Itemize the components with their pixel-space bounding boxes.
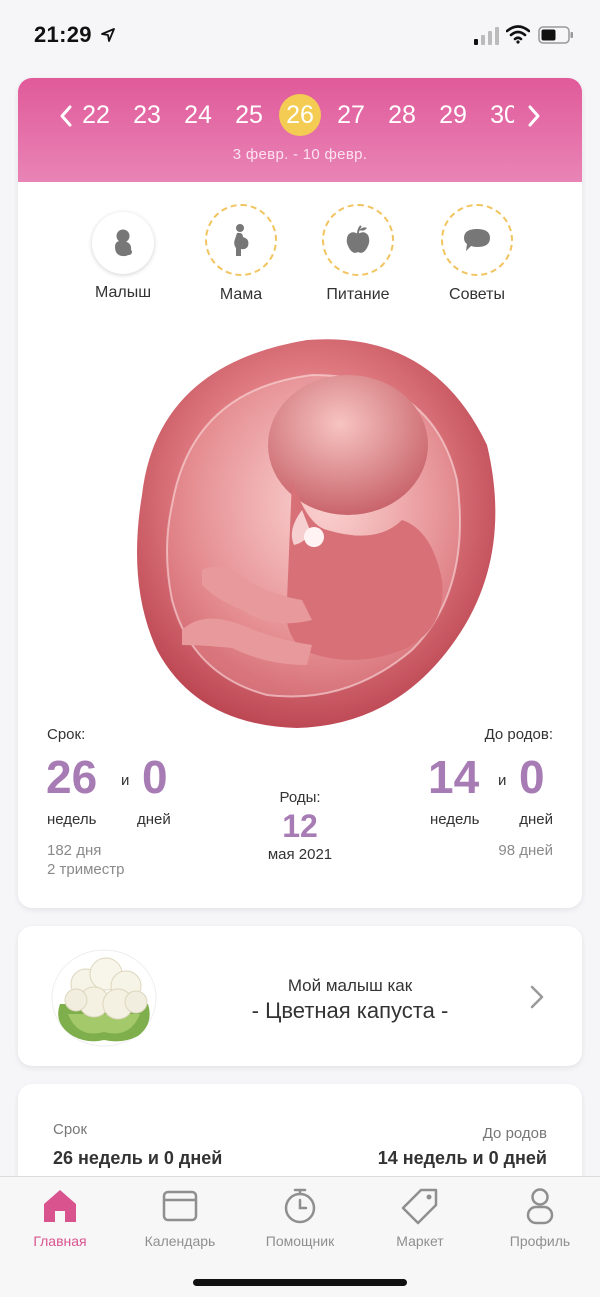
category-label: Малыш — [94, 284, 152, 301]
tab-label: Профиль — [509, 1233, 571, 1249]
category-mom-circle — [205, 204, 277, 276]
tab-label: Главная — [33, 1233, 87, 1249]
tab-label: Помощник — [265, 1233, 335, 1249]
week-selector: 22 23 24 25 26 27 28 29 30 3 февр. - 10 февр. — [18, 78, 582, 182]
status-bar: 21:29 — [0, 0, 600, 72]
week-24[interactable]: 24 — [177, 94, 219, 136]
baby-size-card[interactable]: Мой малыш как - Цветная капуста - — [18, 926, 582, 1066]
term-days-number: 0 — [142, 751, 168, 803]
category-nutrition[interactable]: Питание — [308, 204, 408, 304]
until-weeks-unit: недель — [430, 811, 480, 828]
baby-size-fruit-name: - Цветная капуста - — [251, 998, 449, 1023]
tab-label: Маркет — [396, 1233, 444, 1249]
summary-until-label: До родов — [482, 1125, 547, 1142]
week-23[interactable]: 23 — [126, 94, 168, 136]
category-label: Мама — [219, 286, 263, 303]
chevron-right-icon — [528, 105, 540, 127]
week-27[interactable]: 27 — [330, 94, 372, 136]
term-weeks-number: 26 — [46, 751, 98, 803]
cellular-signal-icon — [474, 27, 499, 45]
category-label: Питание — [326, 286, 390, 303]
tab-profile[interactable]: Профиль — [480, 1187, 600, 1249]
next-week-button[interactable] — [522, 100, 546, 132]
week-26[interactable]: 26 — [279, 94, 321, 136]
category-mom[interactable]: Мама — [191, 204, 291, 304]
calendar-icon — [162, 1190, 198, 1222]
category-baby[interactable]: Малыш — [73, 208, 173, 302]
term-days-unit: дней — [137, 811, 171, 828]
home-icon — [44, 1190, 76, 1222]
term-weeks-unit: недель — [47, 811, 97, 828]
chevron-left-icon — [60, 105, 72, 127]
until-and: и — [498, 772, 507, 789]
timer-icon — [284, 1188, 316, 1224]
week-25[interactable]: 25 — [228, 94, 270, 136]
status-time: 21:29 — [34, 22, 92, 47]
until-weeks-number: 14 — [428, 751, 480, 803]
summary-term-label: Срок — [53, 1121, 88, 1138]
profile-icon — [526, 1188, 554, 1225]
tab-home[interactable]: Главная — [0, 1187, 120, 1249]
week-30[interactable]: 30 — [483, 94, 514, 136]
trimester: 2 триместр — [47, 861, 125, 878]
tab-market[interactable]: Маркет — [360, 1187, 480, 1249]
fetus-illustration — [137, 339, 496, 728]
birth-day: 12 — [282, 808, 318, 844]
category-label: Советы — [449, 286, 505, 303]
birth-month-year: мая 2021 — [267, 846, 333, 863]
term-and: и — [121, 772, 130, 789]
summary-until-value: 14 недель и 0 дней — [377, 1148, 547, 1168]
week-28[interactable]: 28 — [381, 94, 423, 136]
until-days-unit: дней — [519, 811, 553, 828]
location-arrow-icon — [101, 28, 115, 42]
tab-label: Календарь — [144, 1233, 216, 1249]
summary-term-value: 26 недель и 0 дней — [53, 1148, 223, 1168]
week-22[interactable]: 22 — [82, 94, 117, 136]
baby-size-title: Мой малыш как — [287, 976, 413, 995]
tab-assistant[interactable]: Помощник — [240, 1187, 360, 1249]
apple-icon — [346, 225, 370, 253]
cauliflower-image — [51, 949, 157, 1047]
pregnant-woman-icon — [234, 224, 249, 256]
category-tips[interactable]: Советы — [427, 204, 527, 304]
birth-label: Роды: — [279, 789, 321, 806]
week-card: 22 23 24 25 26 27 28 29 30 3 февр. - 10 февр. Ма… — [18, 78, 582, 908]
category-baby-circle — [92, 212, 154, 274]
battery-icon — [538, 26, 573, 44]
category-nutrition-circle — [322, 204, 394, 276]
baby-icon — [115, 229, 132, 257]
tab-calendar[interactable]: Календарь — [120, 1187, 240, 1249]
home-indicator — [193, 1279, 407, 1286]
term-label: Срок: — [47, 726, 86, 743]
chevron-right-icon — [530, 985, 544, 1009]
category-tips-circle — [441, 204, 513, 276]
wifi-icon — [506, 25, 530, 44]
tag-icon — [401, 1188, 438, 1225]
previous-week-button[interactable] — [54, 100, 78, 132]
week-date-range: 3 февр. - 10 февр. — [232, 146, 368, 163]
speech-bubble-icon — [464, 229, 490, 251]
until-days-number: 0 — [519, 751, 545, 803]
term-total-days: 182 дня — [47, 842, 102, 859]
until-birth-label: До родов: — [484, 726, 553, 743]
week-strip: 22 23 24 25 26 27 28 29 30 — [82, 94, 514, 138]
until-total-days: 98 дней — [498, 842, 553, 859]
week-29[interactable]: 29 — [432, 94, 474, 136]
